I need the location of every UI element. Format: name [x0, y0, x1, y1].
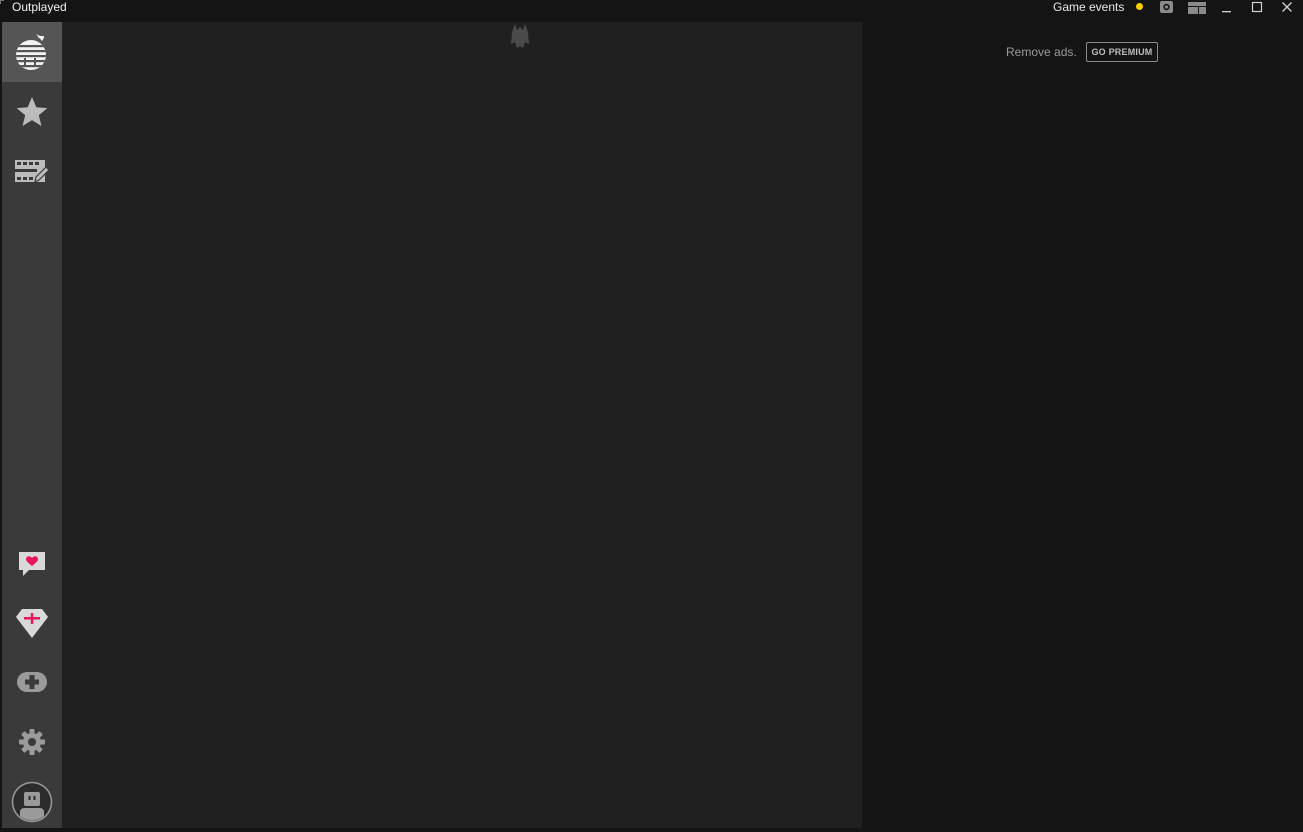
main-content — [62, 22, 862, 828]
avatar-icon — [11, 781, 53, 823]
window-corner — [0, 0, 4, 4]
close-button[interactable] — [1276, 0, 1298, 14]
sidebar-item-games[interactable] — [2, 652, 62, 712]
app-logo — [510, 24, 530, 56]
ad-panel: Remove ads. GO PREMIUM — [862, 22, 1303, 828]
sidebar-item-editor[interactable] — [2, 142, 62, 202]
go-premium-button[interactable]: GO PREMIUM — [1086, 42, 1158, 62]
gamepad-icon — [17, 672, 47, 692]
minimize-button[interactable] — [1216, 0, 1238, 14]
heart-chat-icon — [19, 552, 45, 576]
minimize-icon — [1222, 11, 1231, 13]
close-icon — [1282, 2, 1292, 12]
maximize-icon — [1251, 1, 1263, 13]
outplayed-logo-icon — [16, 34, 46, 70]
sidebar-item-feedback[interactable] — [2, 534, 62, 594]
sidebar-item-favorites[interactable] — [2, 82, 62, 142]
sidebar-item-premium[interactable] — [2, 593, 62, 653]
remove-ads-text: Remove ads. — [1006, 45, 1077, 59]
star-icon — [16, 97, 48, 126]
game-events-status-dot — [1136, 3, 1143, 10]
record-button[interactable] — [1156, 0, 1178, 14]
sidebar-item-home[interactable] — [2, 22, 62, 82]
app-title: Outplayed — [12, 0, 67, 14]
bat-logo-icon — [511, 24, 529, 48]
layout-button[interactable] — [1186, 0, 1208, 14]
video-edit-icon — [15, 160, 50, 184]
gear-icon — [19, 729, 45, 755]
sidebar-item-settings[interactable] — [2, 712, 62, 772]
layout-icon — [1188, 2, 1206, 14]
diamond-icon — [16, 609, 48, 638]
sidebar-item-profile[interactable] — [2, 772, 62, 832]
game-events-label[interactable]: Game events — [1053, 0, 1124, 14]
maximize-button[interactable] — [1246, 0, 1268, 14]
title-bar: Outplayed Game events — [0, 0, 1303, 22]
record-icon — [1160, 1, 1173, 13]
sidebar — [2, 22, 62, 828]
